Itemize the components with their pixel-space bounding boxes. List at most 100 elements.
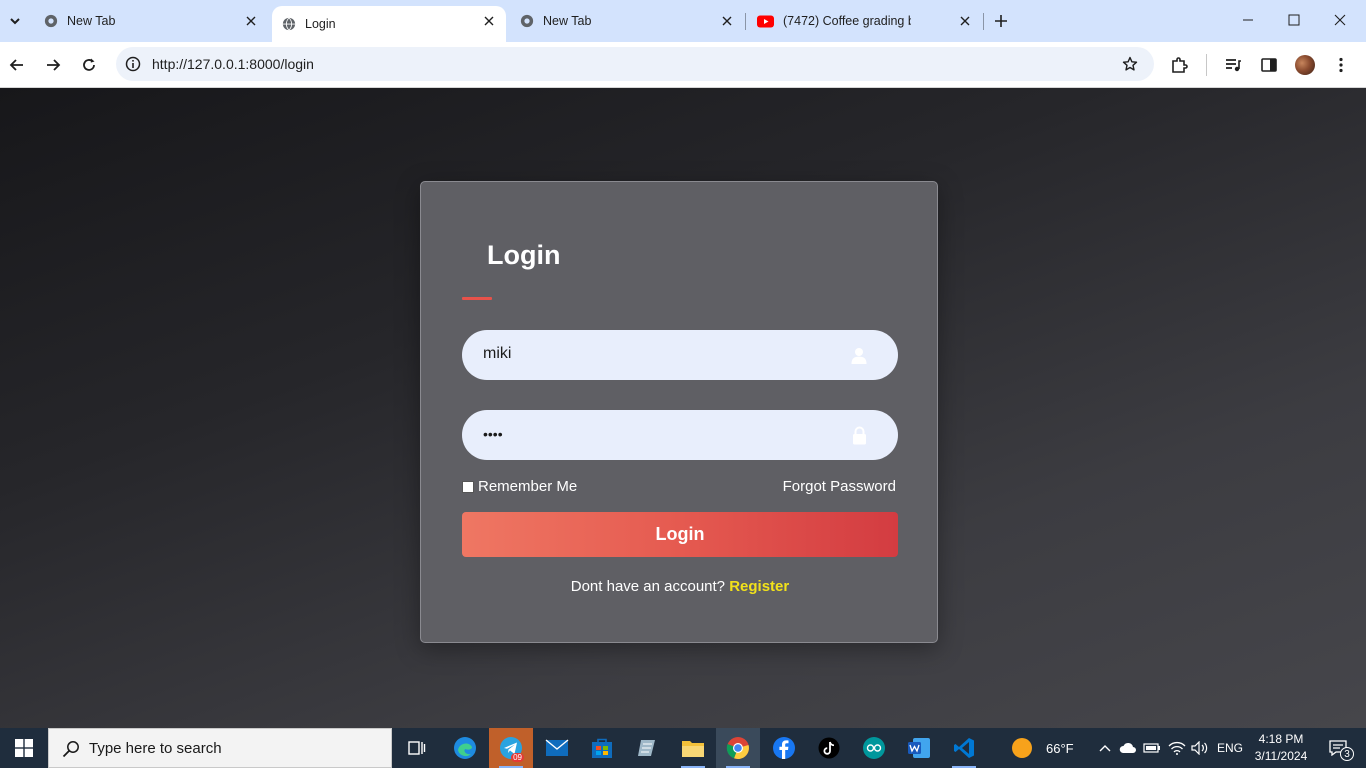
forgot-password-link[interactable]: Forgot Password [783,478,896,495]
close-window-button[interactable] [1317,0,1363,40]
battery-tray[interactable] [1141,728,1163,768]
globe-icon [282,17,296,31]
system-clock[interactable]: 4:18 PM 3/11/2024 [1250,731,1312,765]
minimize-button[interactable] [1225,0,1271,40]
close-tab-icon[interactable] [957,13,973,29]
address-url[interactable]: http://127.0.0.1:8000/login [152,56,314,72]
taskbar-file-explorer[interactable] [671,728,715,768]
windows-icon [15,739,33,757]
tab-youtube[interactable]: (7472) Coffee grading by Debo [746,0,982,42]
password-value[interactable]: •••• [483,426,503,442]
minimize-icon [1243,19,1253,21]
arrow-left-icon [9,59,23,71]
chevron-up-icon [1099,745,1111,752]
task-view-icon [408,741,426,755]
media-queue-icon [1226,59,1241,72]
close-tab-icon[interactable] [243,13,259,29]
page-viewport: Login miki •••• Remember Me Forgot Passw… [0,88,1366,728]
side-panel-button[interactable] [1255,51,1283,79]
notification-center-button[interactable]: 3 [1318,728,1358,768]
username-value[interactable]: miki [483,345,511,363]
language-indicator[interactable]: ENG [1213,728,1247,768]
site-info-icon[interactable] [123,54,143,74]
task-view-button[interactable] [394,728,438,768]
new-tab-button[interactable] [990,10,1012,32]
register-prompt: Dont have an account? Register [421,578,939,595]
arduino-icon [863,737,885,759]
close-tab-icon[interactable] [719,13,735,29]
register-prompt-text: Dont have an account? [570,578,726,595]
bookmark-star-icon[interactable] [1120,54,1140,74]
word-icon [908,738,930,758]
tab-title: New Tab [543,14,592,28]
close-icon [1334,14,1346,26]
facebook-icon [773,737,795,759]
address-bar[interactable]: http://127.0.0.1:8000/login [116,47,1154,81]
taskbar-word[interactable] [897,728,941,768]
taskbar-facebook[interactable] [762,728,806,768]
tab-new-tab-2[interactable]: New Tab [506,0,746,42]
wifi-icon [1168,741,1186,755]
close-tab-icon[interactable] [481,13,497,29]
battery-icon [1143,743,1160,753]
back-button[interactable] [3,51,31,79]
tab-new-tab-1[interactable]: New Tab [0,0,270,42]
taskbar-telegram[interactable]: 09 [489,728,533,768]
login-card: Login miki •••• Remember Me Forgot Passw… [420,181,938,643]
weather-temp: 66°F [1046,740,1074,756]
search-placeholder: Type here to search [89,740,222,757]
volume-tray[interactable] [1189,728,1211,768]
user-icon [850,345,868,365]
clock-time: 4:18 PM [1258,732,1304,746]
remember-checkbox[interactable] [462,480,474,493]
avatar [1295,55,1315,75]
side-panel-icon [1261,58,1277,72]
cloud-icon [1119,742,1136,753]
taskbar-mail[interactable] [535,728,579,768]
tab-title: (7472) Coffee grading by Debo [783,14,911,28]
taskbar-edge[interactable] [443,728,487,768]
password-field[interactable]: •••• [462,410,898,460]
media-control-button[interactable] [1219,51,1247,79]
taskbar-notes[interactable] [626,728,670,768]
taskbar-store[interactable] [580,728,624,768]
menu-button[interactable] [1327,51,1355,79]
reload-button[interactable] [75,51,103,79]
tiktok-icon [818,737,840,759]
taskbar-search[interactable]: Type here to search [48,728,392,768]
remember-label: Remember Me [478,478,578,495]
sun-icon [1012,738,1032,758]
reload-icon [83,58,95,71]
maximize-button[interactable] [1271,0,1317,40]
tab-title: New Tab [67,14,116,28]
show-hidden-icons[interactable] [1095,728,1115,768]
mail-icon [545,739,569,756]
chrome-icon [44,14,58,28]
forward-button[interactable] [39,51,67,79]
onedrive-tray[interactable] [1117,728,1139,768]
wifi-tray[interactable] [1165,728,1189,768]
edge-icon [454,737,476,759]
weather-widget[interactable]: 66°F [1012,728,1074,768]
browser-toolbar: http://127.0.0.1:8000/login [0,42,1366,88]
tab-login[interactable]: Login [272,6,506,42]
taskbar-chrome[interactable] [716,728,760,768]
profile-button[interactable] [1291,51,1319,79]
taskbar-tiktok[interactable] [807,728,851,768]
clock-date: 3/11/2024 [1254,749,1308,763]
username-field[interactable]: miki [462,330,898,380]
puzzle-icon [1172,57,1188,73]
title-underline [462,297,492,300]
login-button[interactable]: Login [462,512,898,557]
extensions-button[interactable] [1165,51,1193,79]
taskbar-vscode[interactable] [942,728,986,768]
chrome-icon [726,737,749,760]
chrome-icon [520,14,534,28]
store-icon [592,738,612,758]
remember-me[interactable]: Remember Me [462,478,577,495]
plus-icon [995,15,1007,27]
register-link[interactable]: Register [729,578,789,595]
taskbar-arduino[interactable] [852,728,896,768]
start-button[interactable] [0,728,48,768]
vscode-icon [954,738,974,758]
